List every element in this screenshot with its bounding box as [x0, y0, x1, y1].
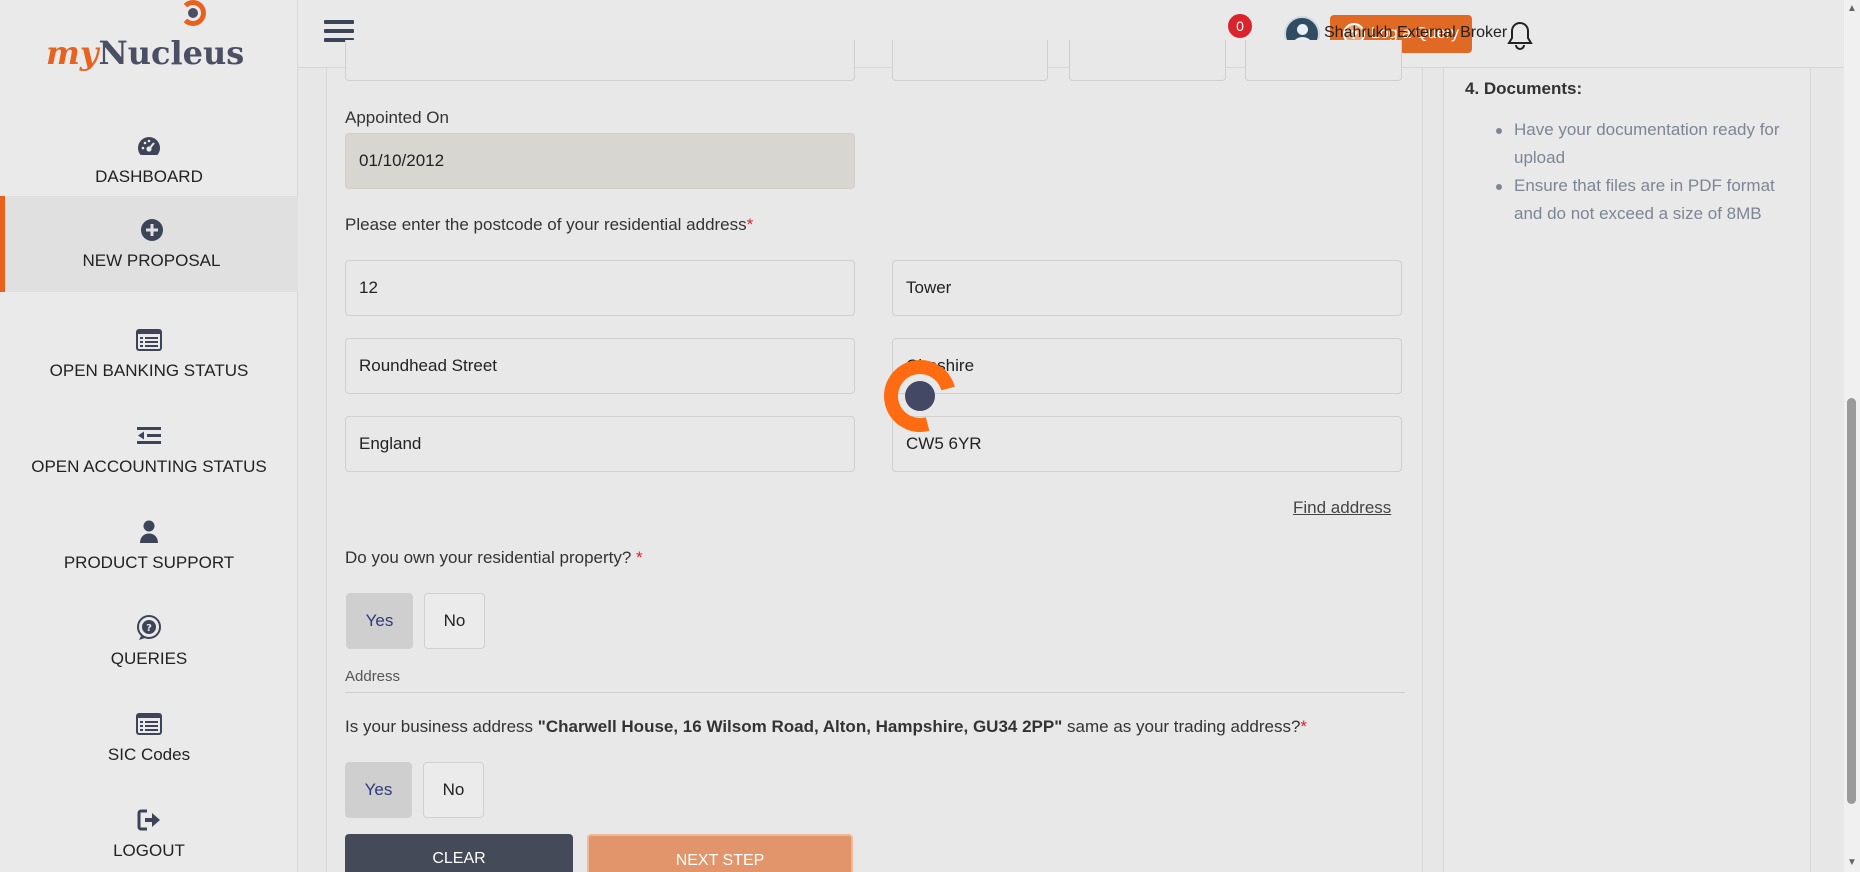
dashboard-gauge-icon [136, 133, 162, 159]
business-address-no-option[interactable]: No [423, 762, 484, 818]
business-address-value: "Charwell House, 16 Wilsom Road, Alton, … [537, 717, 1063, 736]
clear-button[interactable]: CLEAR [345, 834, 573, 872]
own-property-yes-option[interactable]: Yes [346, 593, 413, 649]
list-card-icon [136, 327, 162, 353]
business-address-question: Is your business address "Charwell House… [345, 717, 1308, 736]
documents-info-title: 4. Documents: [1465, 79, 1583, 98]
postcode-label: Please enter the postcode of your reside… [345, 215, 754, 234]
app-logo[interactable]: my Nucleus [46, 12, 244, 72]
list-card-icon [136, 711, 162, 737]
sidebar-item-queries[interactable]: ? QUERIES [0, 594, 298, 690]
sidebar-item-label: PRODUCT SUPPORT [63, 553, 235, 572]
sidebar: my Nucleus DASHBOARD NEW PROPOSAL OPEN BA… [0, 0, 298, 872]
clipped-input-field[interactable] [1069, 40, 1226, 81]
sidebar-item-logout[interactable]: LOGOUT [0, 786, 298, 872]
user-icon [136, 519, 162, 545]
sidebar-item-sic-codes[interactable]: SIC Codes [0, 690, 298, 786]
sidebar-item-new-proposal[interactable]: NEW PROPOSAL [0, 196, 298, 292]
sidebar-item-label: NEW PROPOSAL [82, 251, 221, 270]
county-field[interactable]: Cheshire [892, 338, 1402, 394]
logo-nucleus-text: Nucleus [98, 34, 245, 72]
sidebar-item-label: OPEN BANKING STATUS [49, 361, 249, 380]
address-line-1-field[interactable]: 12 [345, 260, 855, 316]
required-marker: * [746, 215, 754, 234]
find-address-link[interactable]: Find address [1293, 498, 1391, 518]
section-divider [345, 692, 1405, 693]
address-line-2-field[interactable]: Tower [892, 260, 1402, 316]
list-item: Have your documentation ready for upload [1496, 116, 1796, 172]
list-item: Ensure that files are in PDF format and … [1496, 172, 1796, 228]
next-step-button[interactable]: NEXT STEP [587, 834, 853, 872]
required-marker: * [636, 548, 643, 567]
question-bubble-icon: ? [136, 615, 162, 641]
required-marker: * [1300, 717, 1308, 736]
sidebar-item-open-banking-status[interactable]: OPEN BANKING STATUS [0, 306, 298, 402]
street-field[interactable]: Roundhead Street [345, 338, 855, 394]
postcode-field[interactable]: CW5 6YR [892, 416, 1402, 472]
logo-dot-icon [188, 8, 198, 18]
appointed-on-value: 01/10/2012 [359, 151, 445, 170]
business-address-yes-option[interactable]: Yes [345, 762, 412, 818]
documents-info-list: Have your documentation ready for upload… [1496, 116, 1796, 228]
address-section-title: Address [345, 668, 401, 685]
notification-count-badge: 0 [1228, 14, 1252, 38]
appointed-on-field: 01/10/2012 [345, 133, 855, 189]
sidebar-item-open-accounting-status[interactable]: OPEN ACCOUNTING STATUS [0, 402, 298, 498]
svg-text:?: ? [146, 623, 152, 634]
scroll-down-arrow-icon[interactable]: ▼ [1846, 856, 1858, 868]
appointed-on-label: Appointed On [345, 108, 449, 127]
logo-my-text: my [46, 34, 99, 72]
sign-out-icon [136, 807, 162, 833]
sidebar-item-product-support[interactable]: PRODUCT SUPPORT [0, 498, 298, 594]
sidebar-item-label: OPEN ACCOUNTING STATUS [31, 457, 267, 476]
clipped-input-field[interactable] [892, 40, 1048, 81]
country-field[interactable]: England [345, 416, 855, 472]
clipped-input-field[interactable] [1245, 40, 1402, 81]
bell-icon[interactable] [1506, 20, 1534, 50]
sidebar-item-label: QUERIES [110, 649, 188, 668]
sidebar-item-dashboard[interactable]: DASHBOARD [0, 112, 298, 208]
scrollbar-thumb[interactable] [1847, 398, 1856, 804]
indent-list-icon [136, 423, 162, 449]
loading-spinner-dot [905, 381, 935, 411]
plus-circle-icon [139, 217, 165, 243]
sidebar-item-label: LOGOUT [113, 841, 185, 860]
sidebar-item-label: DASHBOARD [95, 167, 203, 186]
own-property-question: Do you own your residential property? * [345, 548, 643, 567]
own-property-no-option[interactable]: No [424, 593, 485, 649]
sidebar-item-label: SIC Codes [107, 745, 191, 764]
clipped-input-field[interactable] [345, 40, 855, 81]
scroll-up-arrow-icon[interactable]: ▲ [1846, 2, 1858, 14]
